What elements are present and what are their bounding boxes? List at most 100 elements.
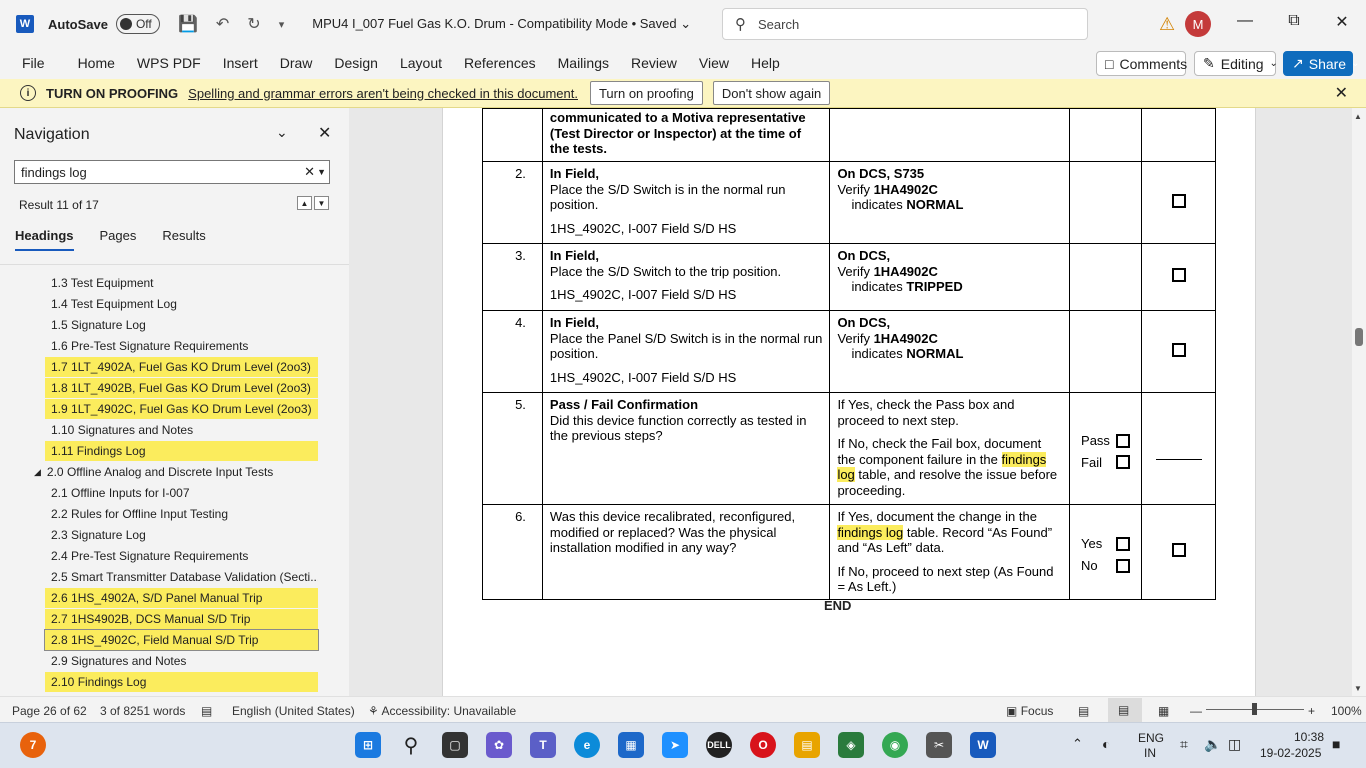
tab-design[interactable]: Design xyxy=(323,55,389,71)
snipping-tool-icon[interactable]: ✂ xyxy=(926,732,952,758)
nav-heading-item[interactable]: 2.6 1HS_4902A, S/D Panel Manual Trip xyxy=(45,588,318,608)
nav-heading-item[interactable]: 2.4 Pre-Test Signature Requirements xyxy=(45,546,318,566)
fail-checkbox[interactable] xyxy=(1116,455,1130,470)
clock-time[interactable]: 10:38 xyxy=(1294,730,1324,744)
language-region[interactable]: IN xyxy=(1144,746,1156,760)
word-taskbar-icon[interactable]: W xyxy=(970,732,996,758)
procedure-cell[interactable]: Pass / Fail Confirmation Did this device… xyxy=(541,392,831,505)
chrome-icon[interactable]: ◉ xyxy=(882,732,908,758)
word-counter[interactable]: 3 of 8251 words xyxy=(100,704,185,718)
proofing-icon[interactable]: ▤ xyxy=(201,704,212,718)
close-icon[interactable]: ✕ xyxy=(1332,12,1352,32)
language-status[interactable]: English (United States) xyxy=(232,704,355,718)
zoom-out-icon[interactable]: — xyxy=(1190,704,1202,718)
language-code[interactable]: ENG xyxy=(1138,731,1164,745)
close-icon[interactable]: ✕ xyxy=(1335,83,1348,103)
volume-icon[interactable]: 🔈 xyxy=(1204,736,1221,753)
chevron-down-icon[interactable]: ⌄ xyxy=(276,124,288,141)
print-layout-view[interactable]: ▤ xyxy=(1108,698,1142,722)
yes-checkbox[interactable] xyxy=(1116,537,1130,551)
tab-insert[interactable]: Insert xyxy=(212,55,269,71)
edge-icon[interactable]: e xyxy=(574,732,600,758)
minimize-icon[interactable]: — xyxy=(1235,12,1255,30)
nav-heading-item[interactable]: 2.7 1HS4902B, DCS Manual S/D Trip xyxy=(45,609,318,629)
pass-checkbox[interactable] xyxy=(1116,433,1130,448)
search-icon[interactable]: ⚲ xyxy=(398,732,424,758)
previous-result-icon[interactable]: ▲ xyxy=(297,196,312,210)
tab-pages[interactable]: Pages xyxy=(100,228,137,251)
collapse-triangle-icon[interactable]: ◢ xyxy=(34,467,41,478)
save-icon[interactable]: 💾 xyxy=(178,14,198,34)
store-icon[interactable]: ▦ xyxy=(618,732,644,758)
nav-heading-item[interactable]: 1.11 Findings Log xyxy=(45,441,318,461)
editing-mode-button[interactable]: ✎ Editing ⌄ xyxy=(1194,51,1278,76)
zoom-level[interactable]: 100% xyxy=(1331,704,1362,718)
nav-heading-item[interactable]: 1.7 1LT_4902A, Fuel Gas KO Drum Level (2… xyxy=(45,357,318,377)
restore-icon[interactable]: ⧉ xyxy=(1284,12,1304,30)
nav-heading-item[interactable]: 2.5 Smart Transmitter Database Validatio… xyxy=(45,567,318,587)
tab-mailings[interactable]: Mailings xyxy=(547,55,620,71)
tab-draw[interactable]: Draw xyxy=(269,55,324,71)
dont-show-again-button[interactable]: Don't show again xyxy=(712,81,831,105)
focus-button[interactable]: ▣ Focus xyxy=(1006,704,1053,718)
document-title[interactable]: MPU4 I_007 Fuel Gas K.O. Drum - Compatib… xyxy=(312,16,691,32)
read-mode-icon[interactable]: ▤ xyxy=(1078,704,1089,718)
no-checkbox[interactable] xyxy=(1116,558,1130,573)
comments-button[interactable]: □ Comments xyxy=(1096,51,1187,76)
nav-heading-item[interactable]: 1.8 1LT_4902B, Fuel Gas KO Drum Level (2… xyxy=(45,378,318,398)
verification-cell[interactable]: If Yes, document the change in the findi… xyxy=(829,504,1071,600)
tab-references[interactable]: References xyxy=(453,55,547,71)
vertical-scrollbar[interactable]: ▲ ▼ xyxy=(1352,108,1366,696)
nav-heading-item[interactable]: 2.2 Rules for Offline Input Testing xyxy=(45,504,318,524)
verification-cell[interactable]: On DCS, S735 Verify 1HA4902C indicates N… xyxy=(829,161,1071,244)
file-explorer-icon[interactable]: ▤ xyxy=(794,732,820,758)
avatar[interactable]: M xyxy=(1185,11,1211,37)
tab-view[interactable]: View xyxy=(688,55,740,71)
network-status-icon[interactable]: ◐ xyxy=(1102,736,1110,752)
nav-heading-item[interactable]: 1.4 Test Equipment Log xyxy=(45,294,318,314)
checkbox[interactable] xyxy=(1171,193,1186,208)
chevron-down-icon[interactable]: ▼ xyxy=(317,167,326,177)
navigation-search-input[interactable]: findings log ✕ ▼ xyxy=(14,160,330,184)
redo-icon[interactable]: ↻ xyxy=(247,14,260,34)
checkbox[interactable] xyxy=(1171,543,1186,557)
procedure-cell[interactable]: In Field, Place the S/D Switch is in the… xyxy=(541,161,831,244)
checkbox[interactable] xyxy=(1171,268,1186,283)
dell-icon[interactable]: DELL xyxy=(706,732,732,758)
warning-icon[interactable]: ⚠ xyxy=(1159,14,1175,35)
tab-file[interactable]: File xyxy=(0,55,67,71)
message-text[interactable]: Spelling and grammar errors aren't being… xyxy=(188,86,578,101)
teams-icon[interactable]: T xyxy=(530,732,556,758)
undo-icon[interactable]: ↶ xyxy=(216,14,229,34)
nav-heading-item[interactable]: 1.10 Signatures and Notes xyxy=(45,420,318,440)
zoom-in-icon[interactable]: + xyxy=(1308,704,1315,718)
nav-heading-item[interactable]: 1.5 Signature Log xyxy=(45,315,318,335)
next-result-icon[interactable]: ▼ xyxy=(314,196,329,210)
tab-layout[interactable]: Layout xyxy=(389,55,453,71)
close-icon[interactable]: ✕ xyxy=(318,123,331,143)
verification-cell[interactable]: On DCS, Verify 1HA4902C indicates NORMAL xyxy=(829,310,1071,393)
task-view-icon[interactable]: ▢ xyxy=(442,732,468,758)
nav-heading-item[interactable]: 1.9 1LT_4902C, Fuel Gas KO Drum Level (2… xyxy=(45,399,318,419)
app-icon[interactable]: ◈ xyxy=(838,732,864,758)
notifications-icon[interactable]: ■ xyxy=(1332,736,1340,752)
verification-cell[interactable]: If Yes, check the Pass box and proceed t… xyxy=(829,392,1071,505)
signature-line[interactable] xyxy=(1155,459,1202,460)
start-icon[interactable]: ⊞ xyxy=(355,732,381,758)
procedure-cell[interactable]: In Field, Place the S/D Switch to the tr… xyxy=(541,243,831,311)
tab-home[interactable]: Home xyxy=(67,55,126,71)
chevron-up-icon[interactable]: ⌃ xyxy=(1072,736,1083,752)
procedure-cell[interactable]: In Field, Place the Panel S/D Switch is … xyxy=(541,310,831,393)
search-box[interactable]: ⚲ Search xyxy=(722,8,1088,40)
nav-heading-item[interactable]: 2.10 Findings Log xyxy=(45,672,318,692)
web-layout-icon[interactable]: ▦ xyxy=(1158,704,1169,718)
procedure-cell[interactable]: communicated to a Motiva representative … xyxy=(541,108,831,162)
nav-heading-item[interactable]: ◢ 2.0 Offline Analog and Discrete Input T… xyxy=(28,462,318,482)
verification-cell[interactable]: On DCS, Verify 1HA4902C indicates TRIPPE… xyxy=(829,243,1071,311)
page-counter[interactable]: Page 26 of 62 xyxy=(12,704,87,718)
nav-heading-item[interactable]: 2.9 Signatures and Notes xyxy=(45,651,318,671)
clear-search-icon[interactable]: ✕ xyxy=(304,164,315,180)
copilot-icon[interactable]: ✿ xyxy=(486,732,512,758)
nav-heading-item[interactable]: 1.6 Pre-Test Signature Requirements xyxy=(45,336,318,356)
scrollbar-thumb[interactable] xyxy=(1355,328,1363,346)
